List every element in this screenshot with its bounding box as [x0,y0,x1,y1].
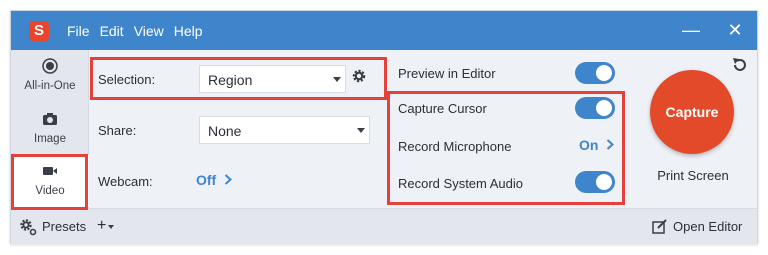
mode-label: Image [34,133,66,145]
record-system-audio-label: Record System Audio [398,176,524,191]
camera-icon [42,111,58,127]
share-dropdown[interactable]: None [199,116,370,144]
radio-dot-icon [42,58,58,74]
reset-icon[interactable] [731,56,749,79]
chevron-right-icon [606,137,615,153]
mode-label: All-in-One [24,80,76,92]
toggle-knob [596,100,612,116]
minimize-button[interactable]: — [676,11,706,50]
selection-label: Selection: [98,72,156,87]
webcam-label: Webcam: [98,174,153,189]
close-button[interactable]: ✕ [720,11,750,50]
chevron-down-icon [357,128,365,133]
open-editor-button[interactable]: Open Editor [673,219,742,234]
record-system-audio-toggle[interactable] [575,171,615,193]
menu-bar: File Edit View Help [67,11,213,50]
bottom-bar: Presets + Open Editor [11,208,757,244]
capture-cursor-label: Capture Cursor [398,101,487,116]
capture-button[interactable]: Capture [650,70,734,154]
webcam-toggle-link[interactable]: Off [196,172,233,188]
capture-cursor-toggle[interactable] [575,97,615,119]
snagit-capture-window: S File Edit View Help — ✕ All-in-One Ima… [10,10,758,244]
chevron-down-icon [108,225,114,229]
title-bar: S File Edit View Help — ✕ [11,11,757,50]
menu-edit[interactable]: Edit [100,23,124,39]
toggle-knob [596,174,612,190]
share-label: Share: [98,123,137,138]
gear-icon[interactable] [351,68,367,89]
share-value: None [208,123,242,139]
edit-icon [652,219,668,240]
add-preset-button[interactable]: + [97,217,106,235]
selection-dropdown[interactable]: Region [199,65,346,93]
capture-hotkey-label: Print Screen [657,168,729,183]
record-microphone-label: Record Microphone [398,139,512,154]
record-microphone-link[interactable]: On [579,137,615,153]
mode-image[interactable]: Image [11,103,89,155]
presets-button[interactable]: Presets [42,219,86,234]
app-logo-icon: S [29,21,49,41]
menu-view[interactable]: View [134,23,164,39]
chevron-right-icon [224,172,233,188]
mode-video[interactable]: Video [11,155,89,207]
mode-label: Video [35,185,65,197]
video-camera-icon [42,163,58,179]
presets-gear-icon[interactable] [19,218,37,241]
capture-mode-tabs: All-in-One Image Video [11,50,89,208]
preview-in-editor-toggle[interactable] [575,62,615,84]
toggle-knob [596,65,612,81]
preview-in-editor-label: Preview in Editor [398,66,496,81]
chevron-down-icon [333,77,341,82]
selection-value: Region [208,72,253,88]
menu-file[interactable]: File [67,23,90,39]
mode-all-in-one[interactable]: All-in-One [11,50,89,102]
menu-help[interactable]: Help [174,23,203,39]
